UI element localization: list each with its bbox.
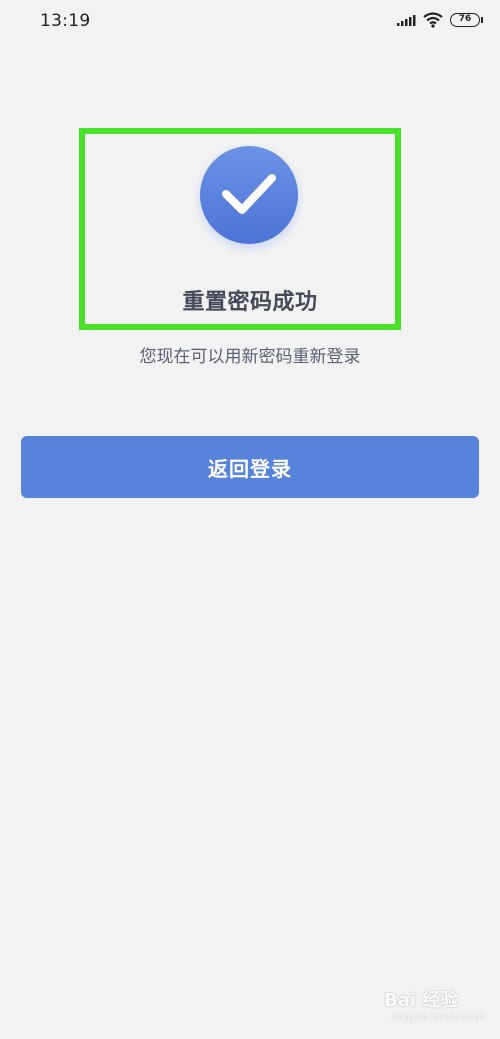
- checkmark-icon: [222, 174, 276, 214]
- status-time: 13:19: [40, 11, 91, 31]
- battery-indicator: 76: [450, 13, 480, 27]
- status-bar: 13:19 76: [0, 0, 500, 44]
- wifi-icon: [423, 12, 443, 28]
- result-subtitle: 您现在可以用新密码重新登录: [139, 347, 361, 367]
- watermark-main: Bai 经验: [384, 990, 459, 1011]
- back-to-login-button[interactable]: 返回登录: [21, 436, 479, 498]
- battery-tip: [481, 17, 483, 23]
- signal-icon: [397, 15, 416, 26]
- result-title: 重置密码成功: [182, 290, 318, 315]
- watermark-sub: jingyan.baidu.com: [392, 1012, 485, 1023]
- watermark: Bai 经验 jingyan.baidu.com: [384, 986, 492, 1032]
- battery-level: 76: [458, 14, 472, 24]
